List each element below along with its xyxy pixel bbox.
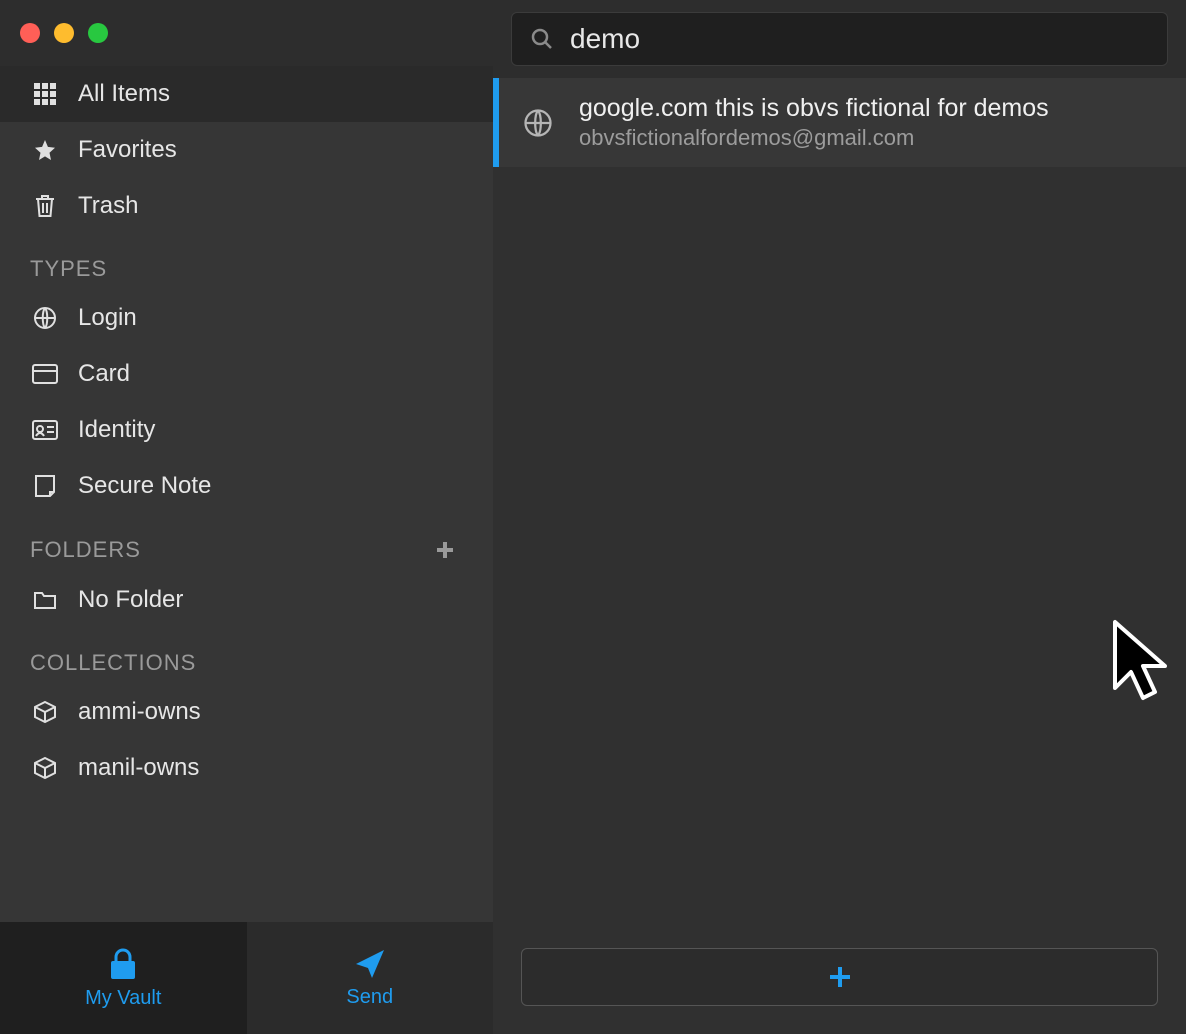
id-card-icon	[30, 420, 60, 440]
folders-header-label: FOLDERS	[30, 537, 141, 563]
list-item-text: google.com this is obvs fictional for de…	[579, 94, 1049, 151]
tab-label: Send	[346, 986, 393, 1009]
add-item-button[interactable]	[521, 948, 1158, 1006]
sidebar-item-no-folder[interactable]: No Folder	[0, 572, 493, 628]
list-item-title: google.com this is obvs fictional for de…	[579, 94, 1049, 123]
tab-my-vault[interactable]: My Vault	[0, 922, 247, 1034]
sidebar-item-label: Login	[78, 304, 137, 332]
window-titlebar	[0, 0, 493, 66]
sidebar-item-label: Favorites	[78, 136, 177, 164]
close-window-button[interactable]	[20, 23, 40, 43]
tab-send[interactable]: Send	[247, 922, 494, 1034]
cube-icon	[30, 756, 60, 780]
sidebar-item-label: manil-owns	[78, 754, 199, 782]
sidebar-nav: All Items Favorites Trash TYPES	[0, 66, 493, 922]
sidebar-item-label: Identity	[78, 416, 155, 444]
lock-icon	[108, 947, 138, 981]
search-bar	[493, 0, 1186, 78]
folder-icon	[30, 590, 60, 610]
add-bar	[493, 928, 1186, 1034]
sidebar: All Items Favorites Trash TYPES	[0, 0, 493, 1034]
sidebar-item-label: Card	[78, 360, 130, 388]
star-icon	[30, 138, 60, 162]
sidebar-item-label: No Folder	[78, 586, 183, 614]
tab-label: My Vault	[85, 987, 161, 1010]
results-list: google.com this is obvs fictional for de…	[493, 78, 1186, 928]
sidebar-item-collection-0[interactable]: ammi-owns	[0, 684, 493, 740]
search-input[interactable]	[570, 23, 1149, 55]
sidebar-item-label: ammi-owns	[78, 698, 201, 726]
sidebar-item-card[interactable]: Card	[0, 346, 493, 402]
grid-icon	[30, 82, 60, 106]
folders-header: FOLDERS	[0, 514, 493, 572]
send-icon	[354, 948, 386, 980]
types-header: TYPES	[0, 234, 493, 290]
sidebar-item-label: All Items	[78, 80, 170, 108]
search-field[interactable]	[511, 12, 1168, 66]
note-icon	[30, 474, 60, 498]
collections-header-label: COLLECTIONS	[30, 650, 196, 676]
sidebar-item-label: Trash	[78, 192, 138, 220]
list-item-subtitle: obvsfictionalfordemos@gmail.com	[579, 125, 1049, 151]
sidebar-item-collection-1[interactable]: manil-owns	[0, 740, 493, 796]
sidebar-item-identity[interactable]: Identity	[0, 402, 493, 458]
sidebar-item-label: Secure Note	[78, 472, 211, 500]
minimize-window-button[interactable]	[54, 23, 74, 43]
zoom-window-button[interactable]	[88, 23, 108, 43]
globe-icon	[30, 306, 60, 330]
add-folder-button[interactable]	[427, 536, 463, 564]
card-icon	[30, 364, 60, 384]
main-pane: google.com this is obvs fictional for de…	[493, 0, 1186, 1034]
sidebar-item-favorites[interactable]: Favorites	[0, 122, 493, 178]
sidebar-item-trash[interactable]: Trash	[0, 178, 493, 234]
trash-icon	[30, 194, 60, 218]
types-header-label: TYPES	[30, 256, 107, 282]
sidebar-item-all-items[interactable]: All Items	[0, 66, 493, 122]
collections-header: COLLECTIONS	[0, 628, 493, 684]
cube-icon	[30, 700, 60, 724]
search-icon	[530, 27, 554, 51]
sidebar-item-secure-note[interactable]: Secure Note	[0, 458, 493, 514]
list-item[interactable]: google.com this is obvs fictional for de…	[493, 78, 1186, 167]
globe-icon	[523, 108, 559, 138]
sidebar-tabs: My Vault Send	[0, 922, 493, 1034]
sidebar-item-login[interactable]: Login	[0, 290, 493, 346]
